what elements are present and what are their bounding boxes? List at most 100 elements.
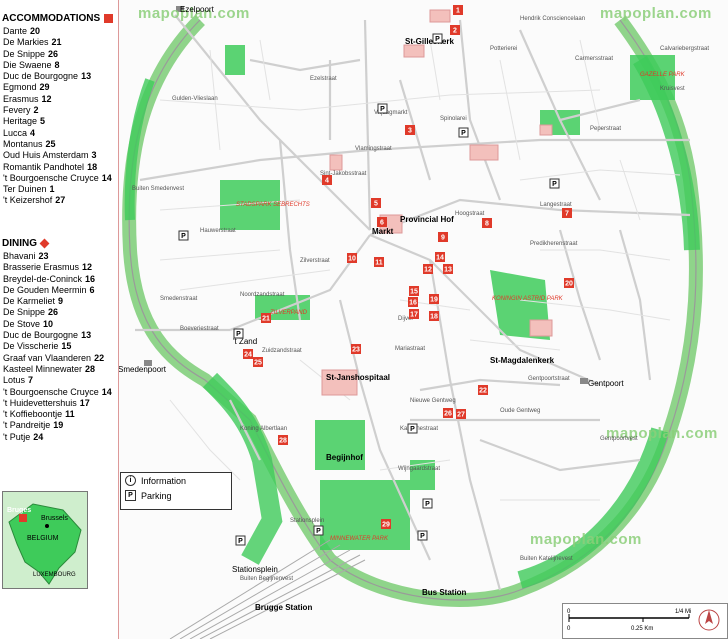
map-marker[interactable]: 3: [405, 125, 415, 135]
hotel-square-icon: [104, 14, 114, 23]
place-name: Duc de Bourgogne: [3, 330, 79, 341]
marker-number: 22: [479, 388, 487, 395]
place-number: 18: [87, 161, 98, 172]
dining-header: DINING: [2, 238, 112, 249]
map-marker[interactable]: 28: [278, 435, 288, 445]
map-marker[interactable]: 11: [374, 257, 384, 267]
scale-zero: 0: [567, 626, 571, 632]
map-marker[interactable]: 6: [377, 217, 387, 227]
map-marker[interactable]: 29: [381, 519, 391, 529]
map-marker[interactable]: 19: [429, 294, 439, 304]
place-name: De Stove: [3, 318, 41, 329]
marker-number: 19: [430, 297, 438, 304]
marker-number: 8: [485, 221, 489, 228]
inset-bruges: Bruges: [7, 507, 31, 514]
map-marker[interactable]: 20: [564, 278, 574, 288]
marker-number: 13: [444, 267, 452, 274]
map-marker[interactable]: 17: [409, 309, 419, 319]
list-item: 't Bourgoensche Cruyce 14: [0, 173, 113, 184]
place-name: Brasserie Erasmus: [3, 262, 80, 273]
map-marker[interactable]: 5: [371, 198, 381, 208]
place-name: 't Koffieboontje: [3, 409, 63, 420]
place-number: 27: [55, 195, 66, 206]
inset-country: BELGIUM: [27, 535, 59, 542]
place-name: Kasteel Minnewater: [3, 363, 83, 374]
place-name: Breydel-de-Coninck: [3, 273, 83, 284]
map-marker[interactable]: 26: [443, 408, 453, 418]
map-marker[interactable]: 14: [435, 252, 445, 262]
place-number: 26: [48, 48, 59, 59]
place-number: 17: [79, 397, 90, 408]
map-marker[interactable]: 27: [456, 409, 466, 419]
marker-number: 4: [325, 178, 329, 185]
map-marker[interactable]: 9: [438, 232, 448, 242]
map-marker[interactable]: 12: [423, 264, 433, 274]
place-number: 22: [94, 352, 105, 363]
marker-number: 1: [456, 8, 460, 15]
accommodations-title: ACCOMMODATIONS: [2, 13, 101, 24]
place-name: Duc de Bourgogne: [3, 71, 79, 82]
map-marker[interactable]: 4: [322, 175, 332, 185]
marker-number: 15: [410, 289, 418, 296]
list-item: Oud Huis Amsterdam 3: [0, 150, 113, 161]
place-name: Erasmus: [3, 93, 39, 104]
place-name: De Gouden Meermin: [3, 284, 87, 295]
list-item: 't Putje 24: [0, 432, 112, 443]
marker-number: 11: [375, 260, 383, 267]
scale-bar: 0 1/4 Mi 0 0.25 Km: [562, 603, 728, 639]
list-item: De Snippe 26: [0, 307, 112, 318]
place-number: 29: [39, 82, 50, 93]
map-marker[interactable]: 18: [429, 311, 439, 321]
map-marker[interactable]: 24: [243, 349, 253, 359]
place-number: 11: [65, 409, 75, 420]
place-name: 't Putje: [3, 431, 31, 442]
place-name: Graaf van Vlaanderen: [3, 352, 92, 363]
accommodations-list: Dante 20 De Markies 21 De Snippe 26 Die Swaene…: [0, 26, 113, 207]
place-name: De Snippe: [3, 307, 46, 318]
place-number: 21: [51, 37, 62, 48]
marker-number: 5: [374, 201, 378, 208]
map-marker[interactable]: 10: [347, 253, 357, 263]
map-marker[interactable]: 15: [409, 286, 419, 296]
map-marker[interactable]: 2: [450, 25, 460, 35]
list-item: De Stove 10: [0, 319, 112, 330]
scale-mi: 1/4 Mi: [675, 609, 691, 615]
map-marker[interactable]: 13: [443, 264, 453, 274]
place-number: 14: [101, 172, 112, 183]
place-number: 20: [30, 26, 41, 36]
list-item: De Karmeliet 9: [0, 296, 112, 307]
place-number: 15: [61, 341, 72, 352]
list-item: Heritage 5: [0, 116, 113, 127]
place-number: 12: [82, 262, 93, 273]
list-item: Die Swaene 8: [0, 60, 113, 71]
list-item: Bhavani 23: [0, 251, 112, 262]
place-name: Dante: [3, 26, 28, 36]
place-number: 2: [33, 105, 39, 116]
map-marker[interactable]: 25: [253, 357, 263, 367]
map-marker[interactable]: 23: [351, 344, 361, 354]
list-item: Montanus 25: [0, 139, 113, 150]
marker-number: 3: [408, 128, 412, 135]
dining-list: Bhavani 23 Brasserie Erasmus 12 Breydel-de-C…: [0, 251, 112, 443]
list-item: Romantik Pandhotel 18: [0, 162, 113, 173]
list-item: Kasteel Minnewater 28: [0, 364, 112, 375]
place-name: Bhavani: [3, 251, 36, 261]
marker-number: 24: [244, 352, 252, 359]
place-number: 7: [28, 375, 34, 386]
list-item: Breydel-de-Coninck 16: [0, 274, 112, 285]
place-name: De Snippe: [3, 48, 46, 59]
map-marker[interactable]: 8: [482, 218, 492, 228]
place-number: 5: [40, 116, 46, 127]
marker-number: 16: [409, 300, 417, 307]
parking-icon: P: [125, 490, 136, 501]
map-marker[interactable]: 16: [408, 297, 418, 307]
map-marker[interactable]: 21: [261, 313, 271, 323]
map-marker[interactable]: 22: [478, 385, 488, 395]
list-item: Ter Duinen 1: [0, 184, 113, 195]
place-name: Oud Huis Amsterdam: [3, 150, 89, 161]
map-marker[interactable]: 7: [562, 208, 572, 218]
information-label: Information: [141, 475, 187, 486]
map-marker[interactable]: 1: [453, 5, 463, 15]
place-name: 't Keizershof: [3, 195, 53, 206]
list-item: 't Koffieboontje 11: [0, 409, 112, 420]
